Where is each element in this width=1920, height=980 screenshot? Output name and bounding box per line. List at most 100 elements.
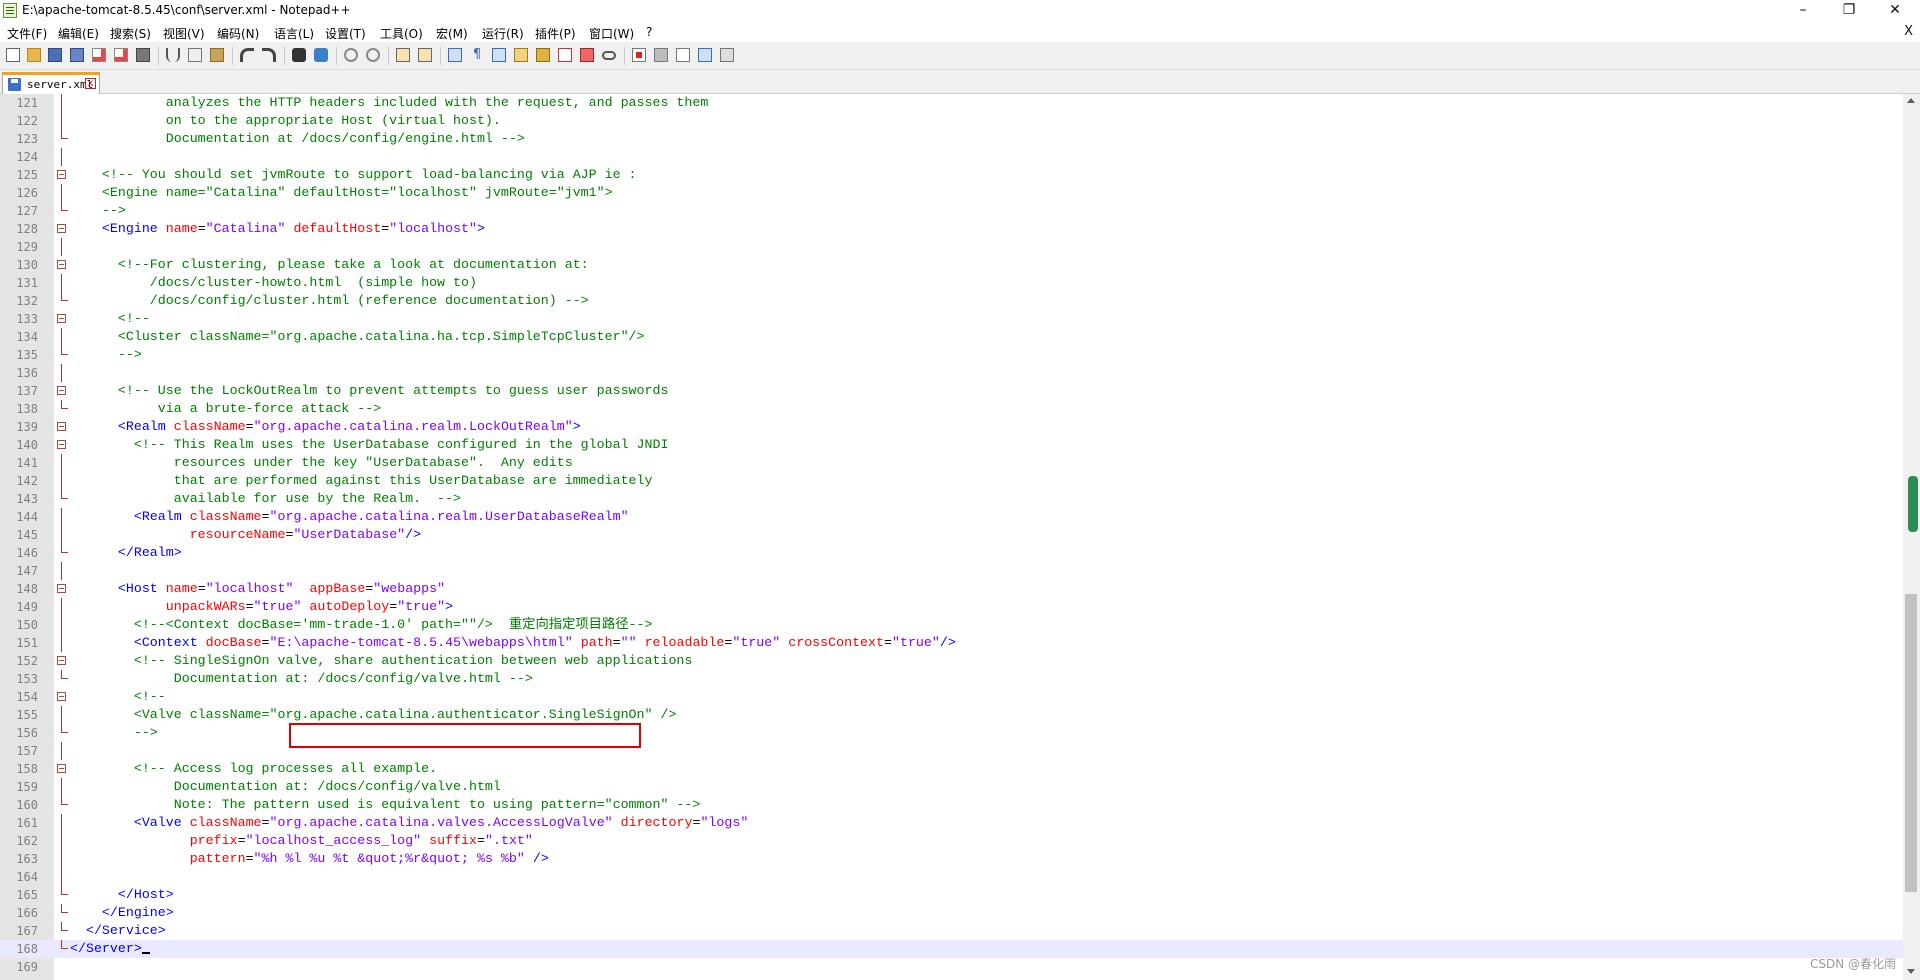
fold-toggle-icon[interactable]	[57, 440, 66, 449]
new-file-icon[interactable]	[6, 48, 20, 62]
code-line[interactable]: 151 <Context docBase="E:\apache-tomcat-8…	[0, 634, 1903, 652]
indent-guide-icon[interactable]	[492, 48, 506, 62]
code-line[interactable]: 153 Documentation at: /docs/config/valve…	[0, 670, 1903, 688]
code-line[interactable]: 164	[0, 868, 1903, 886]
tab-close-icon[interactable]: x	[85, 78, 96, 89]
menu-plugins[interactable]: 插件(P)	[535, 25, 576, 42]
menu-edit[interactable]: 编辑(E)	[58, 25, 99, 42]
code-line[interactable]: 168 </Server>	[0, 940, 1903, 958]
code-line[interactable]: 166 </Engine>	[0, 904, 1903, 922]
save-macro-icon[interactable]	[720, 48, 734, 62]
monitoring-eye-icon[interactable]	[602, 51, 616, 60]
code-line[interactable]: 132 /docs/config/cluster.html (reference…	[0, 292, 1903, 310]
menu-view[interactable]: 视图(V)	[163, 25, 205, 42]
code-line[interactable]: 158 <!-- Access log processes all exampl…	[0, 760, 1903, 778]
fold-toggle-icon[interactable]	[57, 224, 66, 233]
close-window-button[interactable]: ✕	[1872, 0, 1918, 22]
zoom-in-icon[interactable]	[344, 48, 358, 62]
menu-encoding[interactable]: 编码(N)	[217, 25, 259, 42]
user-defined-language-icon[interactable]	[514, 48, 528, 62]
fold-toggle-icon[interactable]	[57, 692, 66, 701]
code-line[interactable]: 123 Documentation at /docs/config/engine…	[0, 130, 1903, 148]
copy-icon[interactable]	[188, 48, 202, 62]
code-line[interactable]: 165 </Host>	[0, 886, 1903, 904]
run-macro-multiple-icon[interactable]	[698, 48, 712, 62]
menu-settings[interactable]: 设置(T)	[325, 25, 366, 42]
code-line[interactable]: 138 via a brute-force attack -->	[0, 400, 1903, 418]
minimize-button[interactable]: –	[1780, 0, 1826, 22]
code-line[interactable]: 127 -->	[0, 202, 1903, 220]
folder-as-workspace-icon[interactable]	[580, 48, 594, 62]
scrollbar-thumb[interactable]	[1905, 594, 1917, 892]
menu-language[interactable]: 语言(L)	[274, 25, 314, 42]
code-line[interactable]: 135 -->	[0, 346, 1903, 364]
cut-icon[interactable]	[166, 48, 180, 62]
code-line[interactable]: 141 resources under the key "UserDatabas…	[0, 454, 1903, 472]
redo-icon[interactable]	[262, 48, 276, 62]
code-line[interactable]: 146 </Realm>	[0, 544, 1903, 562]
code-line[interactable]: 156 -->	[0, 724, 1903, 742]
save-all-icon[interactable]	[70, 48, 84, 62]
find-icon[interactable]	[292, 48, 306, 62]
menu-search[interactable]: 搜索(S)	[110, 25, 151, 42]
code-line[interactable]: 125 <!-- You should set jvmRoute to supp…	[0, 166, 1903, 184]
code-line[interactable]: 129	[0, 238, 1903, 256]
code-line[interactable]: 144 <Realm className="org.apache.catalin…	[0, 508, 1903, 526]
show-all-characters-icon[interactable]: ¶	[470, 48, 484, 62]
scroll-down-arrow-icon[interactable]	[1907, 969, 1915, 974]
code-line[interactable]: 163 pattern="%h %l %u %t &quot;%r&quot; …	[0, 850, 1903, 868]
code-line[interactable]: 162 prefix="localhost_access_log" suffix…	[0, 832, 1903, 850]
code-line[interactable]: 136	[0, 364, 1903, 382]
code-line[interactable]: 128 <Engine name="Catalina" defaultHost=…	[0, 220, 1903, 238]
restore-button[interactable]: ❐	[1826, 0, 1872, 22]
word-wrap-icon[interactable]	[448, 48, 462, 62]
vertical-scrollbar[interactable]	[1903, 94, 1920, 980]
code-line[interactable]: 139 <Realm className="org.apache.catalin…	[0, 418, 1903, 436]
fold-toggle-icon[interactable]	[57, 386, 66, 395]
code-line[interactable]: 160 Note: The pattern used is equivalent…	[0, 796, 1903, 814]
fold-toggle-icon[interactable]	[57, 314, 66, 323]
fold-toggle-icon[interactable]	[57, 764, 66, 773]
code-line[interactable]: 155 <Valve className="org.apache.catalin…	[0, 706, 1903, 724]
code-line[interactable]: 154 <!--	[0, 688, 1903, 706]
menu-macro[interactable]: 宏(M)	[436, 25, 468, 42]
code-line[interactable]: 133 <!--	[0, 310, 1903, 328]
fold-toggle-icon[interactable]	[57, 584, 66, 593]
code-line[interactable]: 130 <!--For clustering, please take a lo…	[0, 256, 1903, 274]
print-icon[interactable]	[136, 48, 150, 62]
stop-recording-icon[interactable]	[654, 48, 668, 62]
code-line[interactable]: 169	[0, 958, 1903, 976]
code-line[interactable]: 145 resourceName="UserDatabase"/>	[0, 526, 1903, 544]
record-macro-icon[interactable]	[632, 48, 646, 62]
function-list-icon[interactable]	[558, 48, 572, 62]
close-all-icon[interactable]	[114, 48, 128, 62]
close-file-icon[interactable]	[92, 48, 106, 62]
code-line[interactable]: 143 available for use by the Realm. -->	[0, 490, 1903, 508]
code-line[interactable]: 150 <!--<Context docBase='mm-trade-1.0' …	[0, 616, 1903, 634]
code-line[interactable]: 161 <Valve className="org.apache.catalin…	[0, 814, 1903, 832]
menu-help[interactable]: ?	[646, 25, 652, 39]
menu-window[interactable]: 窗口(W)	[589, 25, 634, 42]
code-line[interactable]: 131 /docs/cluster-howto.html (simple how…	[0, 274, 1903, 292]
code-line[interactable]: 126 <Engine name="Catalina" defaultHost=…	[0, 184, 1903, 202]
document-map-icon[interactable]	[536, 48, 550, 62]
code-editor[interactable]: 121 analyzes the HTTP headers included w…	[0, 94, 1903, 980]
code-line[interactable]: 122 on to the appropriate Host (virtual …	[0, 112, 1903, 130]
replace-icon[interactable]	[314, 48, 328, 62]
code-line[interactable]: 124	[0, 148, 1903, 166]
sync-vertical-icon[interactable]	[396, 48, 410, 62]
code-line[interactable]: 137 <!-- Use the LockOutRealm to prevent…	[0, 382, 1903, 400]
menu-tools[interactable]: 工具(O)	[380, 25, 423, 42]
open-file-icon[interactable]	[27, 48, 41, 62]
code-line[interactable]: 148 <Host name="localhost" appBase="weba…	[0, 580, 1903, 598]
code-line[interactable]: 159 Documentation at: /docs/config/valve…	[0, 778, 1903, 796]
fold-toggle-icon[interactable]	[57, 260, 66, 269]
scroll-up-arrow-icon[interactable]	[1907, 98, 1915, 103]
close-document-button[interactable]: X	[1904, 24, 1913, 39]
code-line[interactable]: 149 unpackWARs="true" autoDeploy="true">	[0, 598, 1903, 616]
sync-horizontal-icon[interactable]	[418, 48, 432, 62]
save-icon[interactable]	[48, 48, 62, 62]
code-line[interactable]: 157	[0, 742, 1903, 760]
code-line[interactable]: 121 analyzes the HTTP headers included w…	[0, 94, 1903, 112]
code-line[interactable]: 140 <!-- This Realm uses the UserDatabas…	[0, 436, 1903, 454]
